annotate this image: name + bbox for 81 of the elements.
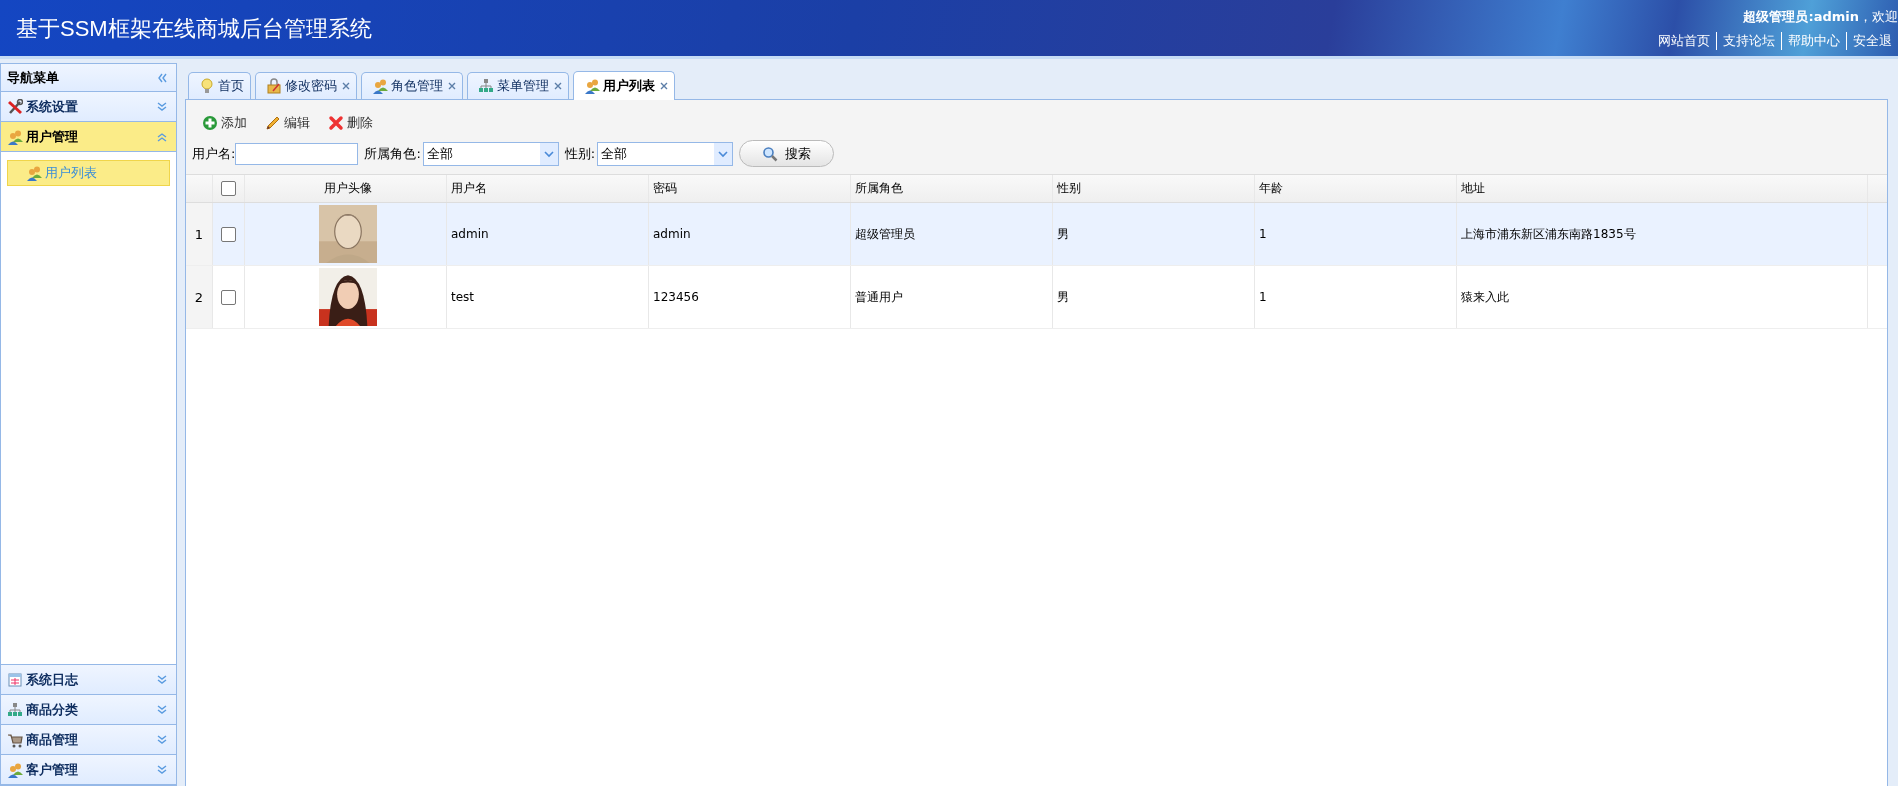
field-label: 所属角色:: [364, 144, 421, 163]
accordion-header[interactable]: 商品分类: [1, 695, 176, 725]
expand-icon[interactable]: [156, 703, 168, 716]
accordion-header[interactable]: 系统设置: [1, 92, 176, 122]
cart-icon: [7, 731, 23, 748]
table-cell: 上海市浦东新区浦东南路1835号: [1461, 225, 1636, 243]
accordion-header[interactable]: 商品管理: [1, 725, 176, 755]
users-icon: [584, 78, 600, 94]
input-field[interactable]: [235, 142, 359, 165]
lightbulb-icon: [199, 78, 215, 94]
users-icon: [7, 761, 23, 778]
table-cell: 1: [1259, 290, 1267, 304]
table-cell: 123456: [653, 290, 699, 304]
search-button[interactable]: 搜索: [739, 140, 835, 167]
table-cell: 猿来入此: [1461, 288, 1509, 306]
users-icon: [372, 78, 388, 94]
dropdown[interactable]: 全部: [597, 141, 734, 166]
close-icon[interactable]: [660, 82, 668, 90]
hierarchy-icon: [478, 78, 494, 94]
expand-icon[interactable]: [156, 763, 168, 776]
column-header[interactable]: 用户名: [451, 180, 487, 197]
tab[interactable]: 修改密码: [255, 72, 357, 99]
field-label: 用户名:: [192, 144, 236, 163]
users-icon: [26, 165, 42, 181]
close-icon[interactable]: [342, 82, 350, 90]
expand-icon[interactable]: [156, 673, 168, 686]
table-row[interactable]: 1 admin admin 超级管理员 男 1 上海市浦东新区浦东南路1835号: [186, 203, 1887, 266]
dropdown[interactable]: 全部: [422, 141, 559, 166]
tab[interactable]: 角色管理: [361, 72, 463, 99]
accordion-header[interactable]: 用户管理: [1, 122, 176, 152]
table-cell: 男: [1057, 225, 1069, 243]
search-icon: [762, 145, 779, 162]
row-number: 2: [194, 289, 204, 305]
expand-icon[interactable]: [156, 733, 168, 746]
accordion-header[interactable]: 客户管理: [1, 755, 176, 785]
lock-icon: [266, 78, 282, 94]
users-icon: [7, 128, 23, 145]
table-cell: test: [451, 290, 475, 304]
tools-icon: [7, 98, 23, 115]
checkbox[interactable]: [221, 181, 236, 196]
close-icon[interactable]: [554, 82, 562, 90]
toolbar-button[interactable]: 添加: [196, 112, 253, 134]
column-header[interactable]: 地址: [1461, 180, 1485, 197]
row-number: 1: [194, 226, 204, 242]
tab[interactable]: 用户列表: [573, 71, 675, 100]
table-cell: admin: [451, 227, 489, 241]
table-cell: 男: [1057, 288, 1069, 306]
toolbar-button[interactable]: 删除: [322, 112, 379, 134]
column-header[interactable]: 用户头像: [323, 180, 372, 197]
delete-icon: [328, 115, 344, 131]
column-header[interactable]: 性别: [1057, 180, 1081, 197]
hierarchy-icon: [7, 701, 23, 718]
table-cell: admin: [653, 227, 691, 241]
user-name: 超级管理员:admin: [1743, 8, 1859, 26]
tab[interactable]: 首页: [188, 72, 251, 99]
table-cell: 1: [1259, 227, 1267, 241]
close-icon[interactable]: [448, 82, 456, 90]
app-title: 基于SSM框架在线商城后台管理系统: [15, 15, 372, 43]
expand-icon[interactable]: [156, 100, 168, 113]
checkbox[interactable]: [221, 289, 236, 305]
header-link[interactable]: 支持论坛: [1716, 32, 1781, 50]
header-link[interactable]: 网站首页: [1652, 32, 1716, 50]
header-link[interactable]: 安全退: [1846, 32, 1898, 50]
collapse-icon[interactable]: [156, 130, 168, 143]
column-header[interactable]: 年龄: [1259, 180, 1283, 197]
tab[interactable]: 菜单管理: [467, 72, 569, 99]
collapse-icon[interactable]: [156, 71, 168, 84]
welcome-text: ，欢迎: [1859, 8, 1898, 26]
column-header[interactable]: 所属角色: [855, 180, 903, 197]
column-header[interactable]: 密码: [653, 180, 677, 197]
field-label: 性别:: [564, 144, 596, 163]
table-row[interactable]: 2 test 123456 普通用户 男 1 猿来入此: [186, 266, 1887, 329]
checkbox[interactable]: [221, 226, 236, 242]
accordion-header[interactable]: 系统日志: [1, 665, 176, 695]
calendar-icon: [7, 671, 23, 688]
table-cell: 超级管理员: [855, 225, 915, 243]
pencil-icon: [265, 115, 281, 131]
toolbar-button[interactable]: 编辑: [259, 112, 316, 134]
sidebar-title: 导航菜单: [7, 68, 60, 87]
add-icon: [202, 115, 218, 131]
table-cell: 普通用户: [855, 288, 903, 306]
